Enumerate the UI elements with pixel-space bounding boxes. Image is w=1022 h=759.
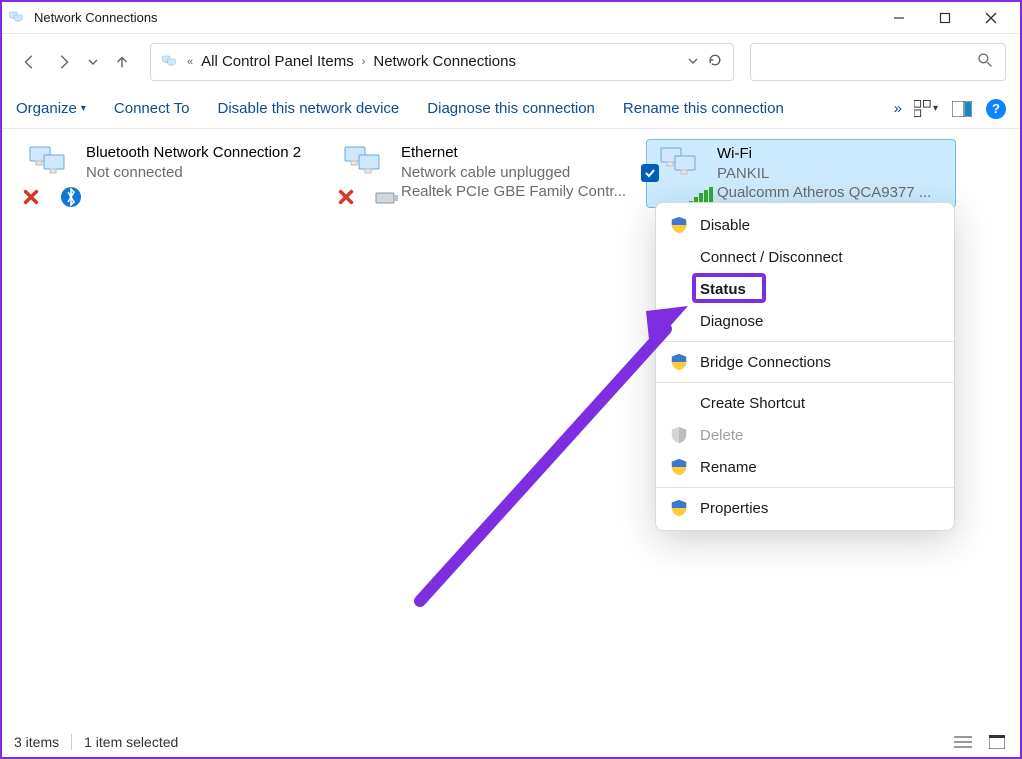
shield-icon: [670, 426, 688, 444]
menu-item-disable[interactable]: Disable: [656, 209, 954, 241]
disconnected-icon: [337, 188, 355, 206]
overflow-button[interactable]: »: [894, 100, 902, 117]
status-item-count: 3 items: [14, 734, 59, 750]
ethernet-plug-icon: [375, 190, 399, 206]
command-bar: Organize▾ Connect To Disable this networ…: [2, 89, 1020, 129]
connection-item-bluetooth[interactable]: Bluetooth Network Connection 2 Not conne…: [16, 139, 331, 208]
content-area: Bluetooth Network Connection 2 Not conne…: [2, 129, 1020, 729]
menu-item-properties[interactable]: Properties: [656, 492, 954, 524]
connection-item-wifi[interactable]: Wi-Fi PANKIL Qualcomm Atheros QCA9377 ..…: [646, 139, 956, 208]
connect-to-button[interactable]: Connect To: [114, 100, 190, 117]
view-options-button[interactable]: ▾: [914, 97, 938, 121]
status-bar: 3 items 1 item selected: [4, 729, 1018, 755]
forward-button[interactable]: [50, 48, 78, 76]
connection-network: PANKIL: [717, 164, 949, 184]
context-menu: Disable Connect / Disconnect Status Diag…: [655, 202, 955, 531]
status-selection: 1 item selected: [84, 734, 178, 750]
shield-icon: [670, 458, 688, 476]
connection-name: Bluetooth Network Connection 2: [86, 143, 325, 163]
address-icon: [161, 53, 179, 71]
connection-item-ethernet[interactable]: Ethernet Network cable unplugged Realtek…: [331, 139, 646, 208]
preview-pane-button[interactable]: [950, 97, 974, 121]
app-icon: [8, 9, 26, 27]
help-button[interactable]: ?: [986, 99, 1006, 119]
rename-connection-button[interactable]: Rename this connection: [623, 100, 784, 117]
network-adapter-icon: [657, 144, 705, 184]
menu-item-diagnose[interactable]: Diagnose: [656, 305, 954, 337]
breadcrumb-prefix: «: [187, 56, 193, 68]
address-dropdown-icon[interactable]: [687, 54, 699, 70]
disable-device-button[interactable]: Disable this network device: [218, 100, 400, 117]
menu-item-rename[interactable]: Rename: [656, 451, 954, 483]
bluetooth-icon: [60, 186, 82, 208]
up-button[interactable]: [108, 48, 136, 76]
network-adapter-icon: [26, 143, 74, 183]
chevron-right-icon: ›: [362, 56, 366, 68]
connection-device: Qualcomm Atheros QCA9377 ...: [717, 183, 949, 203]
menu-item-create-shortcut[interactable]: Create Shortcut: [656, 387, 954, 419]
menu-item-bridge[interactable]: Bridge Connections: [656, 346, 954, 378]
connection-name: Ethernet: [401, 143, 640, 163]
refresh-icon[interactable]: [707, 52, 723, 71]
connection-device: Realtek PCIe GBE Family Contr...: [401, 182, 640, 202]
organize-button[interactable]: Organize▾: [16, 100, 86, 117]
menu-separator: [656, 487, 954, 488]
titlebar: Network Connections: [2, 2, 1020, 34]
recent-dropdown[interactable]: [84, 48, 102, 76]
breadcrumb-item-control-panel[interactable]: All Control Panel Items: [201, 53, 354, 70]
close-button[interactable]: [968, 2, 1014, 34]
connection-status: Network cable unplugged: [401, 163, 640, 183]
menu-separator: [656, 341, 954, 342]
breadcrumb-item-network-connections[interactable]: Network Connections: [373, 53, 516, 70]
shield-icon: [670, 499, 688, 517]
shield-icon: [670, 216, 688, 234]
disconnected-icon: [22, 188, 40, 206]
search-icon: [977, 52, 993, 71]
network-adapter-icon: [341, 143, 389, 183]
menu-item-connect-disconnect[interactable]: Connect / Disconnect: [656, 241, 954, 273]
menu-item-delete: Delete: [656, 419, 954, 451]
address-bar[interactable]: « All Control Panel Items › Network Conn…: [150, 43, 734, 81]
maximize-button[interactable]: [922, 2, 968, 34]
connection-name: Wi-Fi: [717, 144, 949, 164]
nav-row: « All Control Panel Items › Network Conn…: [2, 34, 1020, 89]
large-icons-view-button[interactable]: [986, 733, 1008, 751]
diagnose-button[interactable]: Diagnose this connection: [427, 100, 595, 117]
minimize-button[interactable]: [876, 2, 922, 34]
shield-icon: [670, 353, 688, 371]
menu-item-status[interactable]: Status: [656, 273, 954, 305]
back-button[interactable]: [16, 48, 44, 76]
details-view-button[interactable]: [952, 733, 974, 751]
search-box[interactable]: [750, 43, 1006, 81]
window-title: Network Connections: [34, 10, 158, 25]
connection-status: Not connected: [86, 163, 325, 183]
menu-separator: [656, 382, 954, 383]
